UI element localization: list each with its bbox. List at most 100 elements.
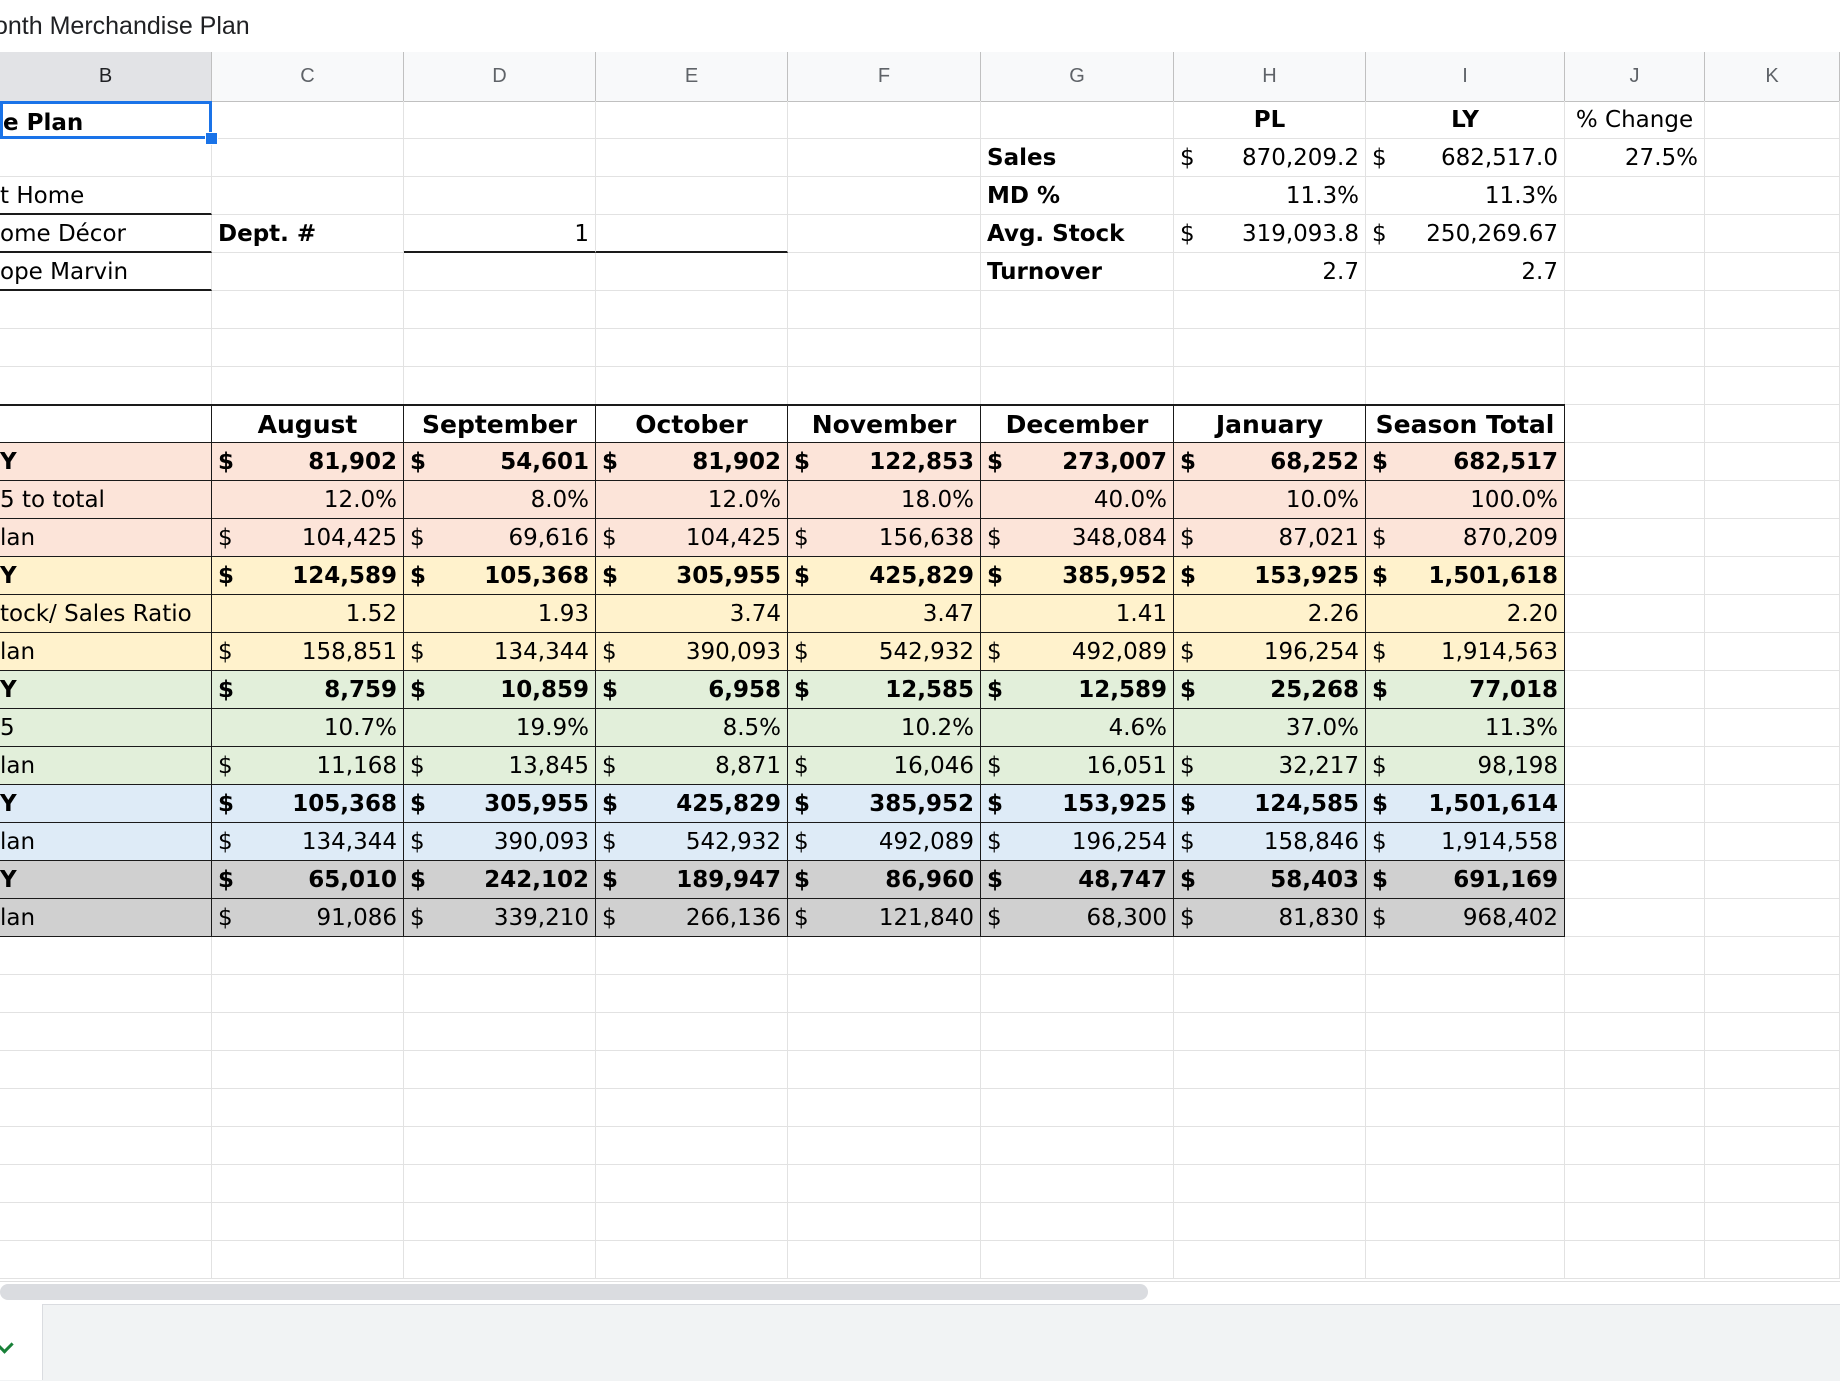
- table-value-cell[interactable]: 8.0%: [404, 481, 596, 519]
- empty-cell[interactable]: [1705, 671, 1840, 709]
- table-value-cell[interactable]: $390,093: [404, 823, 596, 861]
- table-value-cell[interactable]: $81,830: [1174, 899, 1366, 937]
- dept-label[interactable]: Dept. #: [212, 215, 404, 253]
- summary-pl-value[interactable]: $870,209.2: [1174, 139, 1366, 177]
- table-value-cell[interactable]: $390,093: [596, 633, 788, 671]
- empty-cell[interactable]: [981, 937, 1174, 975]
- table-row-label[interactable]: lan: [0, 747, 212, 785]
- document-title[interactable]: onth Merchandise Plan: [0, 12, 250, 41]
- empty-cell[interactable]: [1705, 329, 1840, 367]
- empty-cell[interactable]: [596, 1013, 788, 1051]
- empty-cell[interactable]: [0, 1241, 212, 1279]
- empty-cell[interactable]: [404, 367, 596, 405]
- table-value-cell[interactable]: $266,136: [596, 899, 788, 937]
- empty-cell[interactable]: [404, 937, 596, 975]
- empty-cell[interactable]: [1705, 1165, 1840, 1203]
- summary-ly-value[interactable]: 2.7: [1366, 253, 1565, 291]
- empty-cell[interactable]: [981, 1089, 1174, 1127]
- table-value-cell[interactable]: 1.41: [981, 595, 1174, 633]
- empty-cell[interactable]: [1705, 443, 1840, 481]
- empty-cell[interactable]: [596, 1203, 788, 1241]
- empty-cell[interactable]: [596, 367, 788, 405]
- table-value-cell[interactable]: $425,829: [596, 785, 788, 823]
- table-value-cell[interactable]: $1,501,614: [1366, 785, 1565, 823]
- empty-cell[interactable]: [1565, 595, 1705, 633]
- empty-cell[interactable]: [1174, 367, 1366, 405]
- empty-cell[interactable]: [596, 101, 788, 139]
- empty-cell[interactable]: [1565, 253, 1705, 291]
- empty-cell[interactable]: [1705, 633, 1840, 671]
- empty-cell[interactable]: [981, 101, 1174, 139]
- empty-cell[interactable]: [1565, 633, 1705, 671]
- empty-cell[interactable]: [1705, 253, 1840, 291]
- table-value-cell[interactable]: $10,859: [404, 671, 596, 709]
- table-value-cell[interactable]: $305,955: [404, 785, 596, 823]
- empty-cell[interactable]: [404, 1241, 596, 1279]
- table-value-cell[interactable]: $77,018: [1366, 671, 1565, 709]
- table-value-cell[interactable]: $542,932: [596, 823, 788, 861]
- table-value-cell[interactable]: $385,952: [788, 785, 981, 823]
- empty-cell[interactable]: [1705, 101, 1840, 139]
- empty-cell[interactable]: [788, 1241, 981, 1279]
- empty-cell[interactable]: [1705, 1203, 1840, 1241]
- empty-cell[interactable]: [1366, 1127, 1565, 1165]
- empty-cell[interactable]: [1705, 823, 1840, 861]
- empty-cell[interactable]: [212, 177, 404, 215]
- summary-pl-value[interactable]: $319,093.8: [1174, 215, 1366, 253]
- empty-cell[interactable]: [788, 291, 981, 329]
- dept-underline[interactable]: [596, 215, 788, 253]
- table-value-cell[interactable]: $98,198: [1366, 747, 1565, 785]
- table-value-cell[interactable]: $189,947: [596, 861, 788, 899]
- empty-cell[interactable]: [212, 1241, 404, 1279]
- empty-cell[interactable]: [212, 1013, 404, 1051]
- empty-cell[interactable]: [1366, 1089, 1565, 1127]
- empty-cell[interactable]: [788, 329, 981, 367]
- table-value-cell[interactable]: $8,871: [596, 747, 788, 785]
- empty-cell[interactable]: [788, 253, 981, 291]
- table-value-cell[interactable]: $124,589: [212, 557, 404, 595]
- empty-cell[interactable]: [1565, 747, 1705, 785]
- empty-cell[interactable]: [1366, 1241, 1565, 1279]
- table-value-cell[interactable]: 3.47: [788, 595, 981, 633]
- table-value-cell[interactable]: $91,086: [212, 899, 404, 937]
- table-value-cell[interactable]: $68,252: [1174, 443, 1366, 481]
- empty-cell[interactable]: [1366, 975, 1565, 1013]
- empty-cell[interactable]: [596, 1089, 788, 1127]
- table-value-cell[interactable]: 11.3%: [1366, 709, 1565, 747]
- empty-cell[interactable]: [0, 937, 212, 975]
- empty-cell[interactable]: [1565, 557, 1705, 595]
- empty-cell[interactable]: [1565, 405, 1705, 443]
- empty-cell[interactable]: [404, 1013, 596, 1051]
- month-header-6[interactable]: Season Total: [1366, 405, 1565, 443]
- empty-cell[interactable]: [1565, 1127, 1705, 1165]
- table-value-cell[interactable]: $122,853: [788, 443, 981, 481]
- empty-cell[interactable]: [0, 1165, 212, 1203]
- table-value-cell[interactable]: $58,403: [1174, 861, 1366, 899]
- empty-cell[interactable]: [1174, 1051, 1366, 1089]
- summary-header-2[interactable]: % Change: [1565, 101, 1705, 139]
- table-value-cell[interactable]: 2.26: [1174, 595, 1366, 633]
- empty-cell[interactable]: [788, 139, 981, 177]
- summary-header-0[interactable]: PL: [1174, 101, 1366, 139]
- empty-cell[interactable]: [404, 1165, 596, 1203]
- column-header-e[interactable]: E: [596, 52, 788, 101]
- empty-cell[interactable]: [1565, 367, 1705, 405]
- empty-cell[interactable]: [788, 1203, 981, 1241]
- empty-cell[interactable]: [404, 291, 596, 329]
- empty-cell[interactable]: [788, 1089, 981, 1127]
- table-row-label[interactable]: Y: [0, 861, 212, 899]
- column-header-g[interactable]: G: [981, 52, 1174, 101]
- empty-cell[interactable]: [1705, 215, 1840, 253]
- empty-cell[interactable]: [1705, 1127, 1840, 1165]
- empty-cell[interactable]: [0, 1127, 212, 1165]
- month-header-4[interactable]: December: [981, 405, 1174, 443]
- empty-cell[interactable]: [981, 1127, 1174, 1165]
- empty-cell[interactable]: [1366, 329, 1565, 367]
- empty-cell[interactable]: [1366, 1013, 1565, 1051]
- table-value-cell[interactable]: 37.0%: [1174, 709, 1366, 747]
- empty-cell[interactable]: [1174, 937, 1366, 975]
- empty-cell[interactable]: [0, 975, 212, 1013]
- empty-cell[interactable]: [596, 1051, 788, 1089]
- table-value-cell[interactable]: $1,501,618: [1366, 557, 1565, 595]
- table-row-label[interactable]: lan: [0, 899, 212, 937]
